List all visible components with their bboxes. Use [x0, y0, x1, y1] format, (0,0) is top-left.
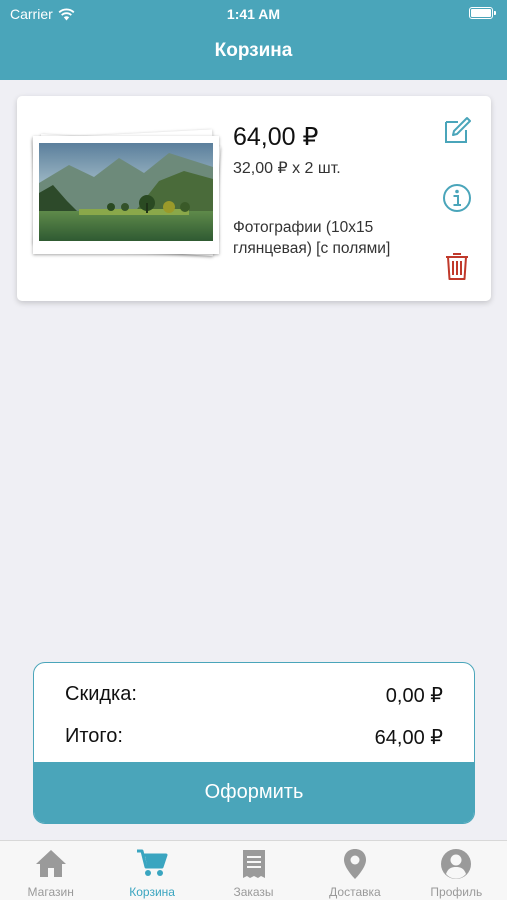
item-total-price: 64,00 ₽ — [233, 123, 319, 151]
product-thumbnail — [32, 126, 223, 261]
total-value: 64,00 ₽ — [374, 727, 443, 749]
checkout-button[interactable]: Оформить — [34, 762, 474, 823]
cart-icon — [137, 849, 168, 876]
order-summary: Скидка: 0,00 ₽ Итого: 64,00 ₽ Оформить — [33, 662, 475, 824]
navigation-bar: Carrier 1:41 AM Корзина — [0, 0, 507, 80]
landscape-photo — [39, 143, 213, 241]
tab-cart[interactable]: Корзина — [101, 841, 202, 900]
page-title: Корзина — [214, 40, 293, 61]
profile-icon — [441, 849, 472, 879]
discount-value: 0,00 ₽ — [385, 685, 443, 707]
home-icon — [35, 850, 66, 877]
discount-label: Скидка: — [65, 683, 137, 705]
status-time: 1:41 AM — [226, 6, 281, 22]
status-bar: Carrier 1:41 AM — [0, 0, 507, 28]
edit-icon[interactable] — [441, 114, 473, 146]
battery-icon — [469, 7, 496, 19]
tab-label: Магазин — [27, 885, 74, 899]
cart-item-card[interactable]: 64,00 ₽ 32,00 ₽ x 2 шт. Фотографии (10x1… — [17, 96, 491, 301]
item-unit-price: 32,00 ₽ x 2 шт. — [233, 160, 341, 177]
trash-icon[interactable] — [441, 249, 473, 281]
info-icon[interactable] — [441, 182, 473, 214]
total-label: Итого: — [65, 725, 123, 747]
tab-label: Корзина — [129, 885, 175, 899]
tab-bar: Магазин Корзина Заказы Доставка Профиль — [0, 840, 507, 900]
location-pin-icon — [343, 849, 366, 879]
tab-delivery[interactable]: Доставка — [304, 841, 405, 900]
discount-row: Скидка: 0,00 ₽ — [65, 683, 443, 708]
orders-icon — [242, 850, 265, 878]
total-row: Итого: 64,00 ₽ — [65, 725, 443, 750]
item-description: Фотографии (10x15 глянцевая) [с полями] — [233, 219, 391, 257]
tab-label: Профиль — [430, 885, 483, 899]
photo-sheet — [33, 136, 219, 254]
tab-label: Заказы — [233, 885, 274, 899]
tab-shop[interactable]: Магазин — [0, 841, 101, 900]
tab-orders[interactable]: Заказы — [203, 841, 304, 900]
tab-profile[interactable]: Профиль — [406, 841, 507, 900]
tab-label: Доставка — [329, 885, 381, 899]
